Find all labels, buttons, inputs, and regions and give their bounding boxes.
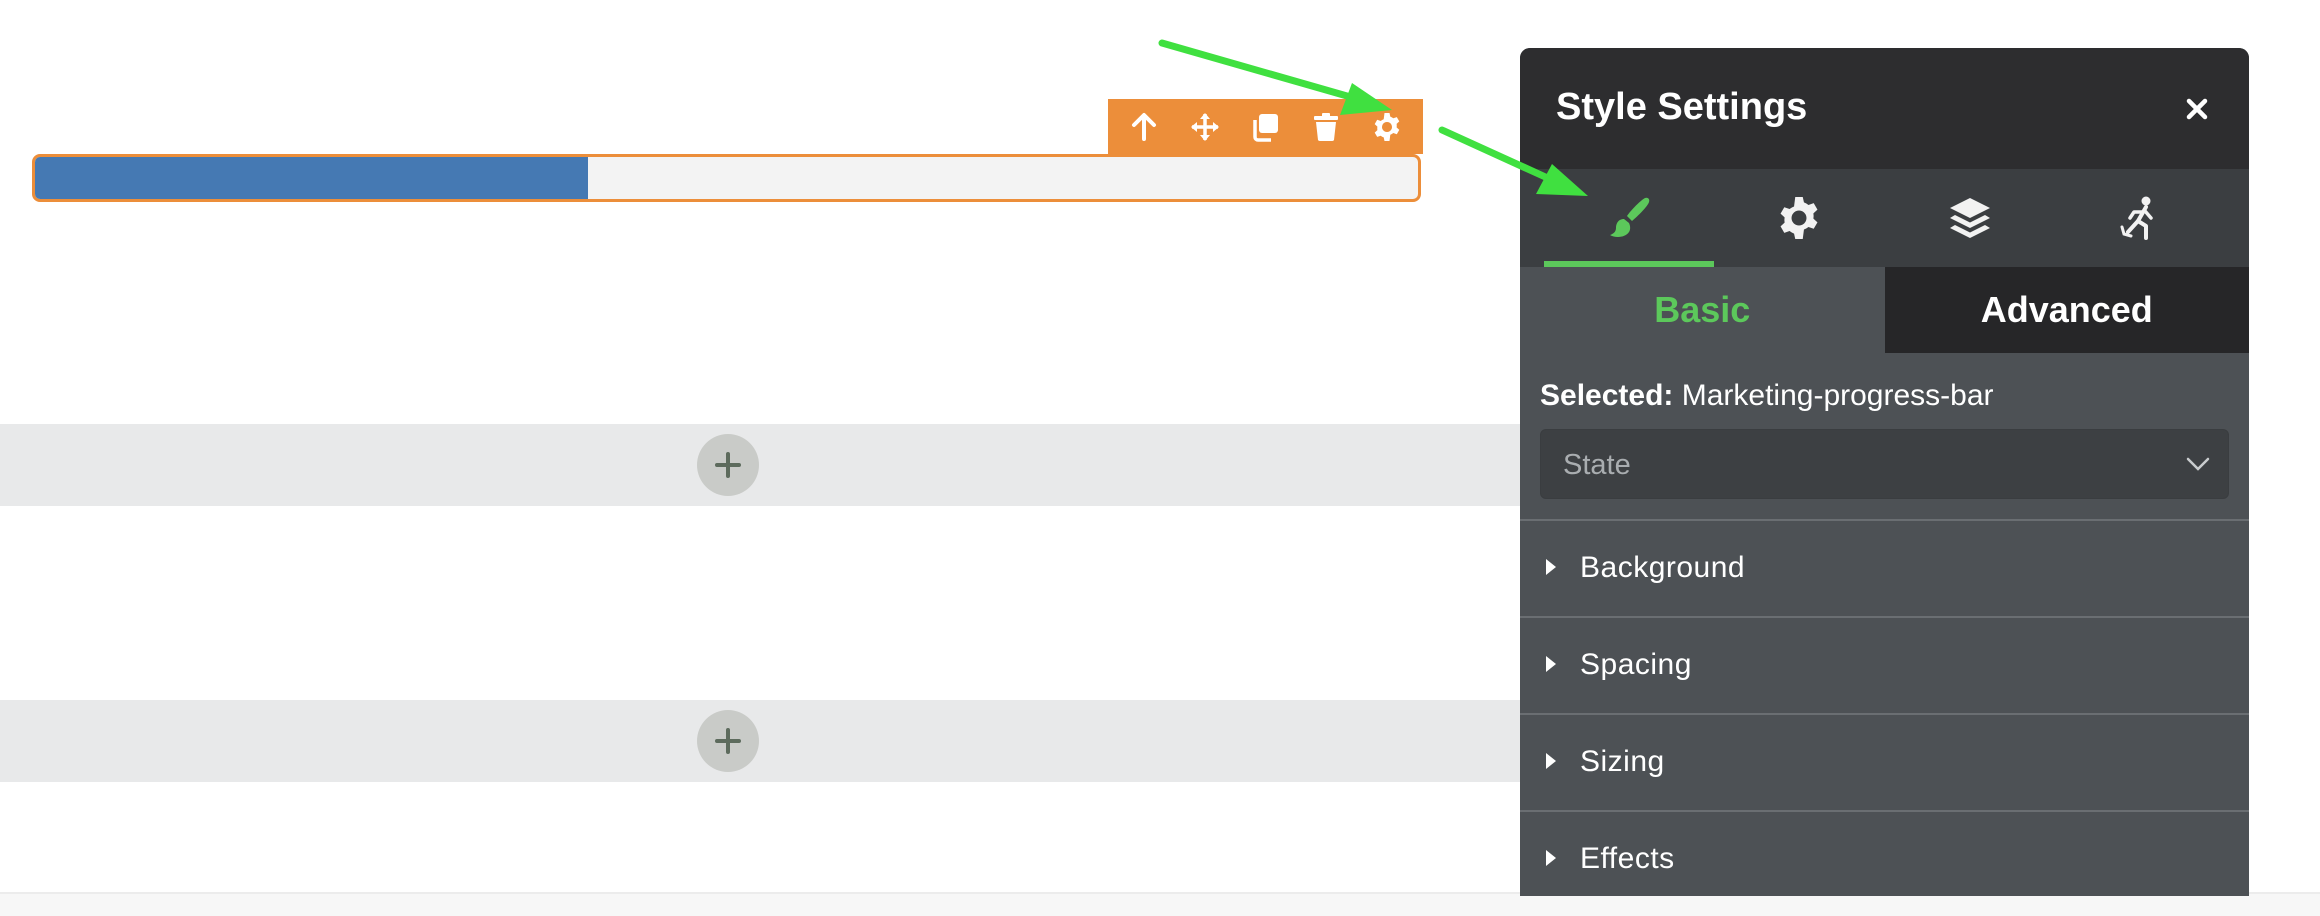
tab-advanced[interactable]: Advanced (1884, 267, 2249, 353)
tab-basic[interactable]: Basic (1520, 267, 1885, 353)
trash-icon (1314, 112, 1339, 141)
progress-bar[interactable] (32, 154, 1421, 202)
plus-icon (715, 728, 741, 754)
section-effects[interactable]: Effects (1520, 810, 2249, 896)
selected-element-line: Selected: Marketing-progress-bar (1520, 353, 2249, 412)
style-settings-panel: Style Settings Basic Advanced Selected: … (1520, 48, 2249, 896)
move-icon (1190, 112, 1219, 141)
select-parent-button[interactable] (1123, 106, 1165, 148)
section-label: Sizing (1580, 745, 1665, 778)
sub-tabs: Basic Advanced (1520, 267, 2249, 353)
plus-icon (715, 452, 741, 478)
move-button[interactable] (1184, 106, 1226, 148)
brush-icon (1610, 197, 1650, 237)
gear-icon (1780, 197, 1818, 239)
add-section-row (0, 700, 1520, 782)
caret-right-icon (1546, 850, 1556, 866)
add-section-button[interactable] (697, 434, 759, 496)
selected-label: Selected: (1540, 379, 1674, 412)
section-spacing[interactable]: Spacing (1520, 616, 2249, 713)
tab-interactions[interactable] (2055, 169, 2225, 267)
panel-header: Style Settings (1520, 48, 2249, 169)
add-section-button[interactable] (697, 710, 759, 772)
state-select[interactable]: State (1540, 429, 2229, 499)
interaction-icon (2120, 196, 2153, 240)
add-section-row (0, 424, 1520, 506)
state-select-placeholder: State (1563, 449, 1631, 481)
section-label: Spacing (1580, 648, 1692, 681)
layers-icon (1949, 198, 1990, 238)
duplicate-icon (1253, 113, 1279, 142)
section-label: Effects (1580, 842, 1675, 875)
caret-right-icon (1546, 753, 1556, 769)
section-label: Background (1580, 551, 1746, 584)
caret-right-icon (1546, 559, 1556, 575)
element-toolbar (1108, 99, 1423, 154)
section-background[interactable]: Background (1520, 519, 2249, 616)
tab-style[interactable] (1544, 169, 1715, 267)
caret-right-icon (1546, 656, 1556, 672)
gear-icon (1374, 112, 1399, 141)
close-icon (2186, 98, 2208, 120)
chevron-down-icon (2186, 457, 2210, 471)
tab-layers[interactable] (1885, 169, 2055, 267)
duplicate-button[interactable] (1244, 106, 1286, 148)
delete-button[interactable] (1305, 106, 1347, 148)
arrow-up-icon (1132, 112, 1157, 141)
section-sizing[interactable]: Sizing (1520, 713, 2249, 810)
tab-settings[interactable] (1714, 169, 1884, 267)
panel-title: Style Settings (1556, 86, 1808, 128)
settings-button[interactable] (1366, 106, 1408, 148)
close-button[interactable] (2181, 93, 2213, 125)
selected-element-name: Marketing-progress-bar (1681, 379, 1994, 412)
progress-bar-fill (35, 157, 589, 199)
icon-tabs (1520, 169, 2249, 267)
